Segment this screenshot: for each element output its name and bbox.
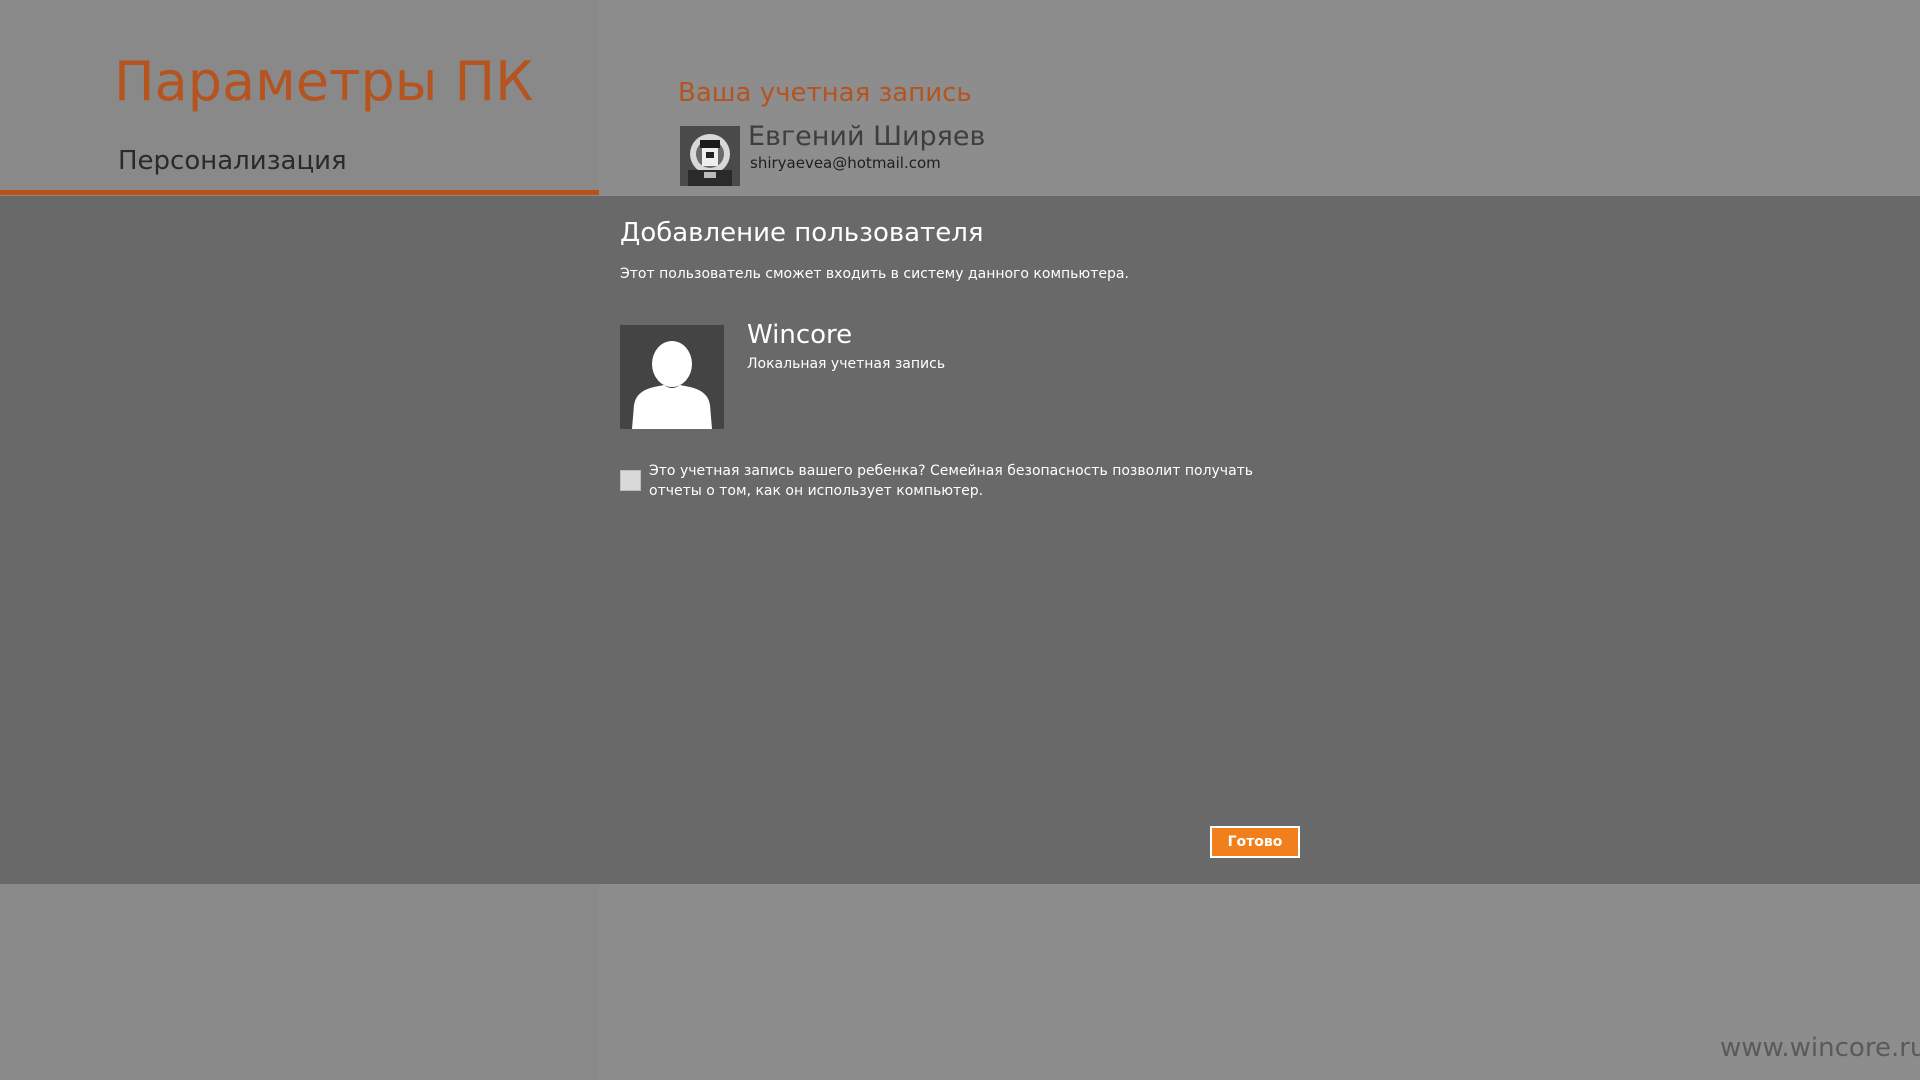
account-email: shiryaevea@hotmail.com <box>750 154 941 172</box>
user-picture <box>620 325 724 429</box>
done-button[interactable]: Готово <box>1210 826 1300 858</box>
new-user-account-type: Локальная учетная запись <box>747 356 946 372</box>
avatar-image-icon <box>680 126 740 186</box>
dialog-title: Добавление пользователя <box>620 218 984 248</box>
account-avatar[interactable] <box>680 126 740 186</box>
account-name: Евгений Ширяев <box>748 121 986 152</box>
child-account-label[interactable]: Это учетная запись вашего ребенка? Семей… <box>649 461 1289 501</box>
watermark: www.wincore.ru <box>1720 1033 1920 1063</box>
new-user-name: Wincore <box>747 320 853 350</box>
app-title: Параметры ПК <box>114 50 534 113</box>
dialog-subtitle: Этот пользователь сможет входить в систе… <box>620 266 1129 282</box>
nav-selection-indicator <box>0 190 599 195</box>
child-account-checkbox[interactable] <box>620 470 641 491</box>
user-silhouette-icon <box>620 325 724 429</box>
account-section-title: Ваша учетная запись <box>678 78 972 108</box>
add-user-dialog: Добавление пользователя Этот пользовател… <box>0 196 1920 884</box>
nav-item-personalization[interactable]: Персонализация <box>118 144 347 178</box>
